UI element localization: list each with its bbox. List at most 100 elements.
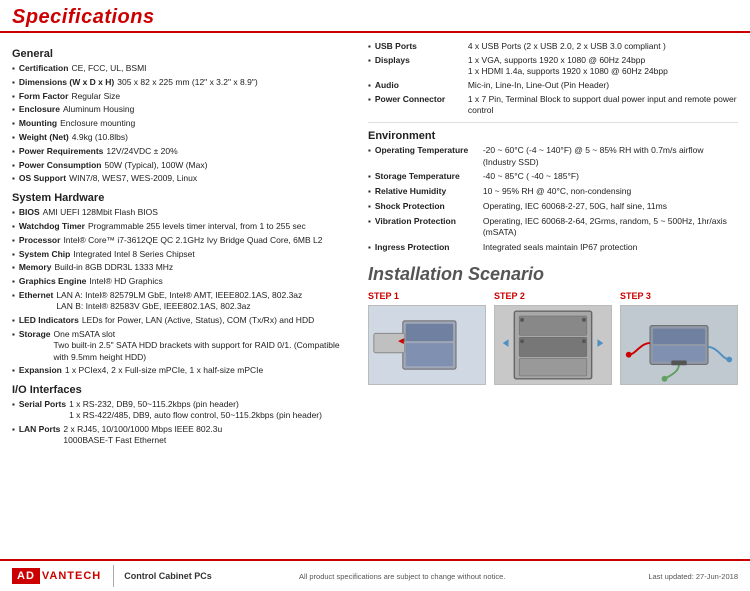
syshw-section-title: System Hardware [12, 192, 352, 204]
step-2-image [494, 305, 612, 385]
general-item: OS SupportWIN7/8, WES7, WES-2009, Linux [12, 173, 352, 185]
spec-key: Processor [19, 235, 61, 247]
page-wrapper: Specifications General CertificationCE, … [0, 0, 750, 591]
env-item: Relative Humidity10 ~ 95% RH @ 40°C, non… [368, 186, 738, 198]
step-1-label: STEP 1 [368, 291, 399, 301]
footer-notice: All product specifications are subject t… [299, 572, 648, 581]
spec-val: 2 x RJ45, 10/100/1000 Mbps IEEE 802.3u10… [63, 424, 222, 447]
io-val: 1 x 7 Pin, Terminal Block to support dua… [468, 94, 738, 117]
syshw-item: MemoryBuild-in 8GB DDR3L 1333 MHz [12, 262, 352, 274]
syshw-item: Watchdog TimerProgrammable 255 levels ti… [12, 221, 352, 233]
env-key: Storage Temperature [375, 171, 480, 183]
syshw-item: EthernetLAN A: Intel® 82579LM GbE, Intel… [12, 290, 352, 313]
install-title: Installation Scenario [368, 264, 738, 285]
footer-product-line: Control Cabinet PCs [124, 571, 299, 581]
right-io-item: Displays1 x VGA, supports 1920 x 1080 @ … [368, 55, 738, 78]
spec-key: Serial Ports [19, 399, 66, 422]
io-val: 1 x VGA, supports 1920 x 1080 @ 60Hz 24b… [468, 55, 668, 78]
spec-val: Enclosure mounting [60, 118, 135, 130]
spec-val: Intel® HD Graphics [89, 276, 162, 288]
steps-row: STEP 1 STEP 2 STEP 3 [368, 291, 738, 385]
spec-val: Integrated Intel 8 Series Chipset [73, 249, 194, 261]
io-key: Audio [375, 80, 465, 92]
step-3-image [620, 305, 738, 385]
general-item: Weight (Net)4.9kg (10.8lbs) [12, 132, 352, 144]
spec-key: LED Indicators [19, 315, 79, 327]
spec-val: One mSATA slotTwo built-in 2.5" SATA HDD… [54, 329, 353, 363]
spec-key: Ethernet [19, 290, 53, 313]
spec-val: 50W (Typical), 100W (Max) [104, 160, 207, 172]
spec-key: OS Support [19, 173, 66, 185]
env-key: Operating Temperature [375, 145, 480, 168]
syshw-item: ProcessorIntel® Core™ i7-3612QE QC 2.1GH… [12, 235, 352, 247]
syshw-item: StorageOne mSATA slotTwo built-in 2.5" S… [12, 329, 352, 363]
io-key: USB Ports [375, 41, 465, 53]
env-val: -40 ~ 85°C ( -40 ~ 185°F) [483, 171, 579, 183]
env-val: Integrated seals maintain IP67 protectio… [483, 242, 638, 254]
step-1-image [368, 305, 486, 385]
syshw-item: Expansion1 x PCIex4, 2 x Full-size mPCIe… [12, 365, 352, 377]
main-content: General CertificationCE, FCC, UL, BSMIDi… [0, 33, 750, 559]
spec-val: Regular Size [71, 91, 120, 103]
spec-key: Memory [19, 262, 52, 274]
io-item: LAN Ports2 x RJ45, 10/100/1000 Mbps IEEE… [12, 424, 352, 447]
spec-val: Intel® Core™ i7-3612QE QC 2.1GHz Ivy Bri… [63, 235, 322, 247]
page-footer: ADVANTECH Control Cabinet PCs All produc… [0, 559, 750, 591]
spec-key: Graphics Engine [19, 276, 87, 288]
env-key: Shock Protection [375, 201, 480, 213]
general-section-title: General [12, 48, 352, 60]
env-section-title: Environment [368, 130, 738, 142]
spec-val: 305 x 82 x 225 mm (12" x 3.2" x 8.9") [117, 77, 257, 89]
logo-vantech: VANTECH [42, 570, 101, 582]
io-val: 4 x USB Ports (2 x USB 2.0, 2 x USB 3.0 … [468, 41, 666, 53]
spec-key: Watchdog Timer [19, 221, 85, 233]
spec-key: Weight (Net) [19, 132, 69, 144]
right-io-item: Power Connector1 x 7 Pin, Terminal Block… [368, 94, 738, 117]
page-header: Specifications [0, 0, 750, 33]
env-item: Shock ProtectionOperating, IEC 60068-2-2… [368, 201, 738, 213]
syshw-item: LED IndicatorsLEDs for Power, LAN (Activ… [12, 315, 352, 327]
spec-key: Form Factor [19, 91, 69, 103]
io-key: Displays [375, 55, 465, 78]
env-val: -20 ~ 60°C (-4 ~ 140°F) @ 5 ~ 85% RH wit… [483, 145, 738, 168]
syshw-item: System ChipIntegrated Intel 8 Series Chi… [12, 249, 352, 261]
spec-val: Programmable 255 levels timer interval, … [88, 221, 306, 233]
right-io-item: AudioMic-in, Line-In, Line-Out (Pin Head… [368, 80, 738, 92]
env-key: Relative Humidity [375, 186, 480, 198]
spec-val: WIN7/8, WES7, WES-2009, Linux [69, 173, 197, 185]
spec-val: AMI UEFI 128Mbit Flash BIOS [43, 207, 158, 219]
spec-val: CE, FCC, UL, BSMI [71, 63, 146, 75]
general-list: CertificationCE, FCC, UL, BSMIDimensions… [12, 63, 352, 185]
footer-logo: ADVANTECH [12, 568, 101, 584]
footer-date: Last updated: 27-Jun-2018 [648, 572, 738, 581]
general-item: EnclosureAluminum Housing [12, 104, 352, 116]
right-io-list: USB Ports4 x USB Ports (2 x USB 2.0, 2 x… [368, 41, 738, 116]
spec-key: LAN Ports [19, 424, 61, 447]
env-key: Vibration Protection [375, 216, 480, 239]
io-val: Mic-in, Line-In, Line-Out (Pin Header) [468, 80, 609, 92]
spec-val: Build-in 8GB DDR3L 1333 MHz [54, 262, 173, 274]
right-io-item: USB Ports4 x USB Ports (2 x USB 2.0, 2 x… [368, 41, 738, 53]
step-3-label: STEP 3 [620, 291, 651, 301]
io-section-title: I/O Interfaces [12, 384, 352, 396]
env-list: Operating Temperature-20 ~ 60°C (-4 ~ 14… [368, 145, 738, 253]
env-val: Operating, IEC 60068-2-64, 2Grms, random… [483, 216, 738, 239]
spec-val: LEDs for Power, LAN (Active, Status), CO… [82, 315, 314, 327]
general-item: CertificationCE, FCC, UL, BSMI [12, 63, 352, 75]
spec-key: Certification [19, 63, 69, 75]
step-2-box: STEP 2 [494, 291, 612, 385]
spec-val: LAN A: Intel® 82579LM GbE, Intel® AMT, I… [56, 290, 302, 313]
spec-key: Mounting [19, 118, 57, 130]
spec-val: Aluminum Housing [63, 104, 134, 116]
spec-key: System Chip [19, 249, 71, 261]
spec-key: Enclosure [19, 104, 60, 116]
env-item: Ingress ProtectionIntegrated seals maint… [368, 242, 738, 254]
step-3-box: STEP 3 [620, 291, 738, 385]
io-item: Serial Ports1 x RS-232, DB9, 50~115.2kbp… [12, 399, 352, 422]
spec-key: Expansion [19, 365, 62, 377]
spec-val: 1 x PCIex4, 2 x Full-size mPCIe, 1 x hal… [65, 365, 263, 377]
general-item: Power Consumption50W (Typical), 100W (Ma… [12, 160, 352, 172]
step-2-label: STEP 2 [494, 291, 525, 301]
page-title: Specifications [12, 6, 738, 29]
syshw-list: BIOSAMI UEFI 128Mbit Flash BIOSWatchdog … [12, 207, 352, 377]
